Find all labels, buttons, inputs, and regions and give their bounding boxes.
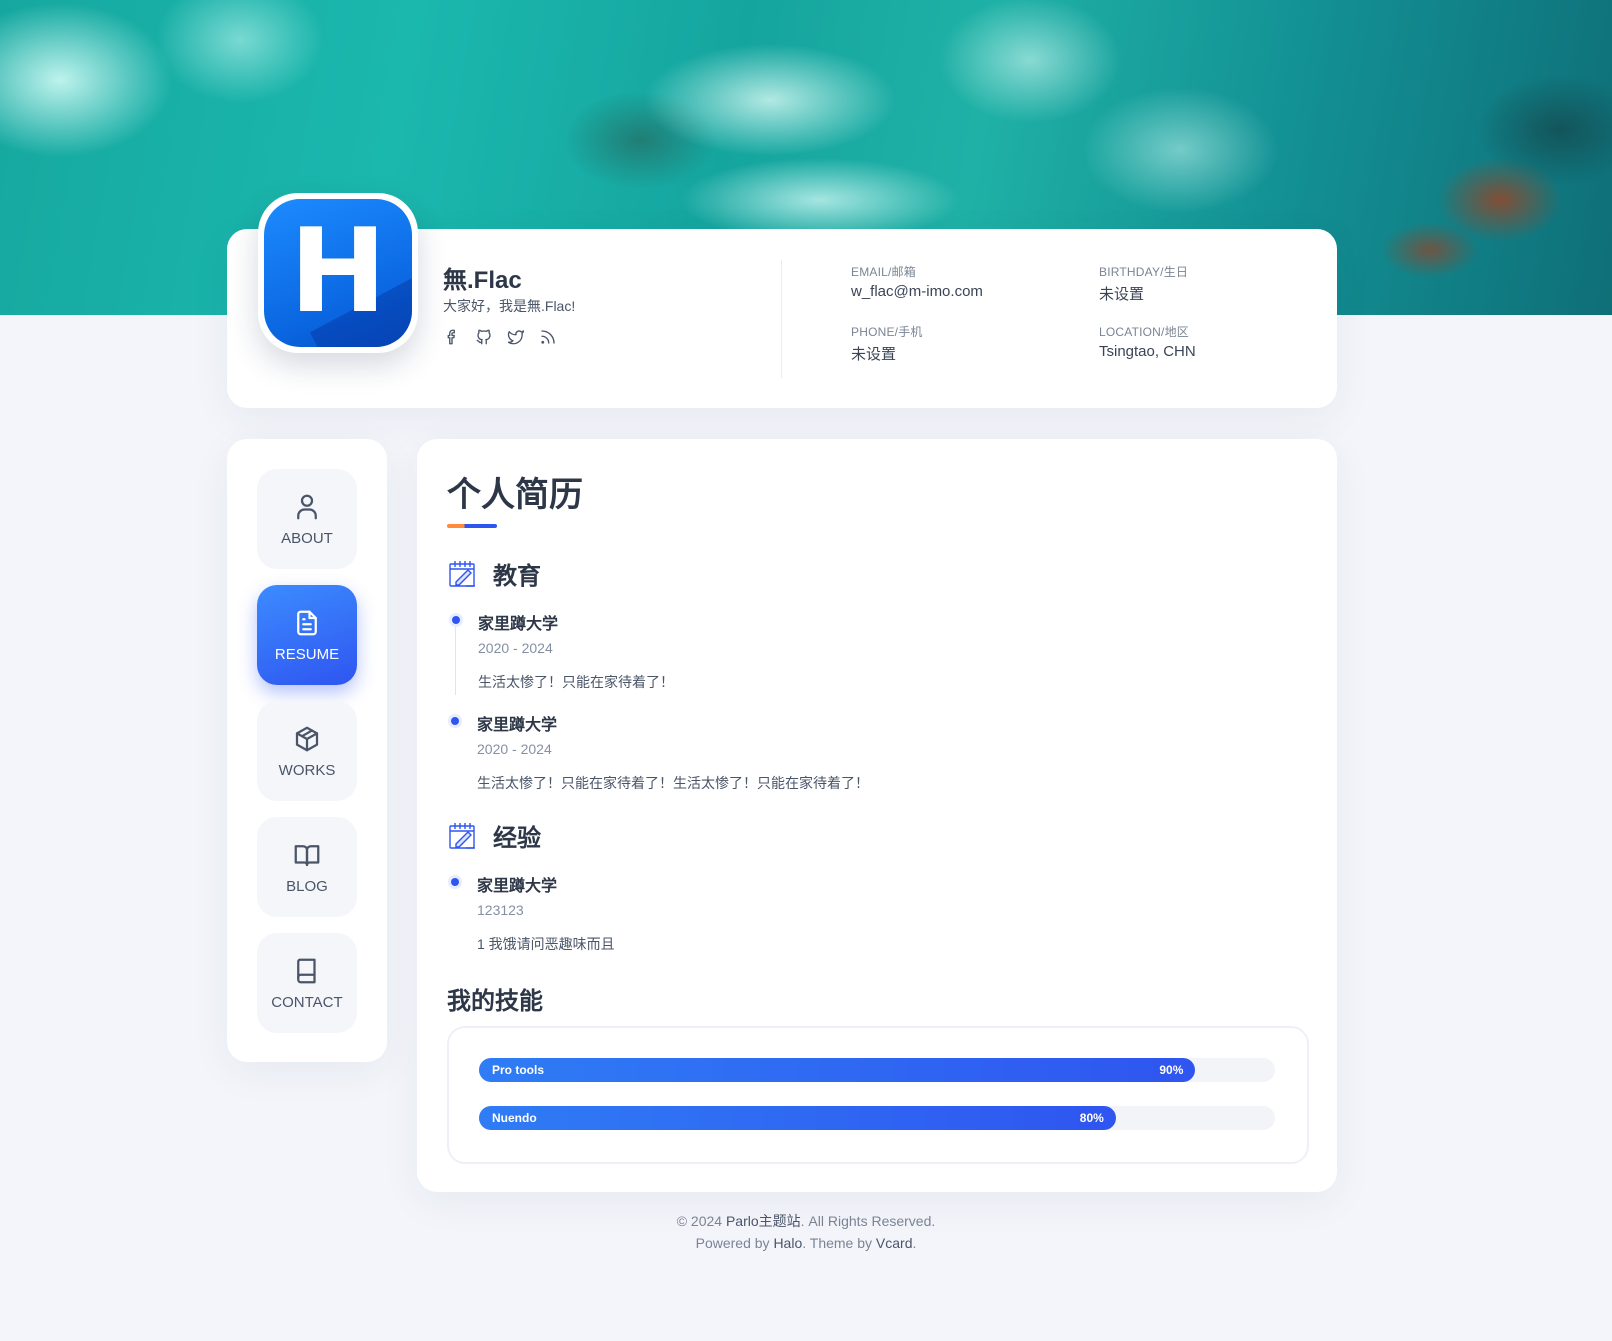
- user-icon: [297, 494, 317, 519]
- pencil-notebook-icon: [449, 560, 475, 587]
- nav-item-about[interactable]: ABOUT: [257, 469, 357, 569]
- education-item-date: 2020 - 2024: [478, 640, 553, 656]
- skill-fill: Pro tools 90%: [479, 1058, 1196, 1082]
- timeline-dot: [448, 714, 462, 728]
- education-heading: 教育: [447, 556, 541, 591]
- footer-halo-link[interactable]: Halo: [773, 1235, 802, 1251]
- location-label: LOCATION/地区: [1099, 325, 1189, 339]
- footer-powered-by: Powered by Halo. Theme by Vcard.: [695, 1235, 917, 1251]
- skill-name: Pro tools: [492, 1063, 545, 1077]
- avatar-letter: H: [289, 204, 387, 339]
- nav-label-about: ABOUT: [281, 529, 333, 547]
- experience-heading: 经验: [447, 818, 541, 853]
- experience-item-date: 123123: [477, 902, 524, 918]
- nav-label-blog: BLOG: [286, 877, 328, 895]
- email-label: EMAIL/邮箱: [851, 265, 916, 279]
- nav-item-blog[interactable]: BLOG: [257, 817, 357, 917]
- nav-label-resume: RESUME: [274, 645, 340, 663]
- twitter-icon[interactable]: [507, 328, 525, 346]
- profile-name: 無.Flac: [443, 267, 522, 294]
- profile-bio: 大家好，我是無.Flac!: [443, 298, 576, 314]
- nav-item-resume[interactable]: RESUME: [257, 585, 357, 685]
- rss-icon[interactable]: [539, 328, 557, 346]
- skill-name: Nuendo: [492, 1111, 537, 1125]
- education-item-title: 家里蹲大学: [478, 616, 559, 633]
- experience-item-desc: 1 我饿请问恶趣味而且: [477, 936, 615, 952]
- avatar: H: [258, 193, 418, 353]
- cube-icon: [295, 726, 319, 751]
- social-links: [443, 328, 557, 346]
- skills-heading: 我的技能: [447, 988, 543, 1015]
- timeline-line: [455, 625, 456, 695]
- profile-divider: [781, 260, 782, 378]
- birthday-value: 未设置: [1099, 286, 1145, 303]
- footer-vcard-link[interactable]: Vcard: [876, 1235, 913, 1251]
- location-value: Tsingtao, CHN: [1099, 343, 1196, 360]
- timeline-dot: [449, 613, 463, 627]
- page-title: 个人简历: [447, 476, 583, 514]
- nav-item-works[interactable]: WORKS: [257, 701, 357, 801]
- education-label: 教育: [493, 563, 541, 590]
- footer-copyright: © 2024 Parlo主题站. All Rights Reserved.: [676, 1213, 936, 1229]
- experience-item-title: 家里蹲大学: [477, 878, 558, 895]
- skill-fill: Nuendo 80%: [479, 1106, 1116, 1130]
- education-item-desc: 生活太惨了！只能在家待着了！: [478, 674, 674, 690]
- phone-value: 未设置: [851, 346, 897, 363]
- timeline-dot: [448, 875, 462, 889]
- education-item-date: 2020 - 2024: [477, 741, 552, 757]
- skill-bar: Pro tools 90%: [479, 1058, 1275, 1082]
- email-value[interactable]: w_flac@m-imo.com: [851, 283, 983, 300]
- book-open-icon: [294, 844, 320, 866]
- nav-label-works: WORKS: [278, 761, 336, 779]
- education-item-desc: 生活太惨了！只能在家待着了！生活太惨了！只能在家待着了！: [477, 775, 869, 791]
- phone-label: PHONE/手机: [851, 325, 923, 339]
- skill-percent: 80%: [1079, 1111, 1104, 1125]
- skill-percent: 90%: [1159, 1063, 1184, 1077]
- nav-item-contact[interactable]: CONTACT: [257, 933, 357, 1033]
- footer-site-link[interactable]: Parlo主题站: [726, 1213, 801, 1229]
- skills-panel: [447, 1026, 1309, 1164]
- title-underline: [447, 524, 497, 528]
- education-item-title: 家里蹲大学: [477, 717, 558, 734]
- nav-label-contact: CONTACT: [271, 993, 343, 1011]
- birthday-label: BIRTHDAY/生日: [1099, 265, 1189, 279]
- facebook-icon[interactable]: [443, 328, 461, 346]
- pencil-notebook-icon: [449, 822, 475, 849]
- github-icon[interactable]: [475, 328, 493, 346]
- experience-label: 经验: [493, 825, 541, 852]
- book-icon: [297, 958, 316, 983]
- avatar-image: H: [264, 199, 412, 347]
- document-icon: [297, 610, 317, 635]
- skill-bar: Nuendo 80%: [479, 1106, 1275, 1130]
